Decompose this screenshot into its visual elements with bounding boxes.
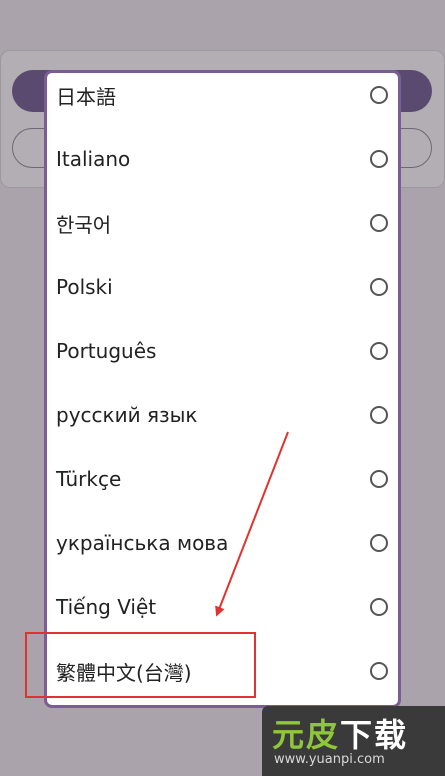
watermark-logo: 元皮下载 www.yuanpi.com xyxy=(262,706,445,776)
watermark-text: 元皮下载 xyxy=(272,716,409,754)
annotation-arrow-icon xyxy=(215,431,289,617)
watermark-url: www.yuanpi.com xyxy=(274,752,385,767)
